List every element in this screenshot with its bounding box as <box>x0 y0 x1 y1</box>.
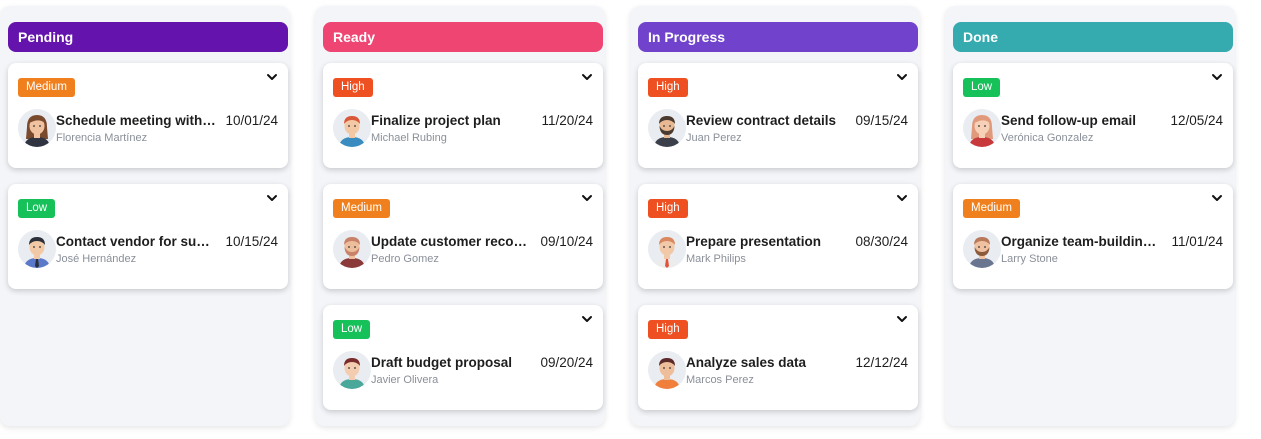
assignee-name: Florencia Martínez <box>56 132 148 144</box>
column-header[interactable]: In Progress <box>638 22 918 52</box>
chevron-down-icon[interactable] <box>1211 69 1223 80</box>
task-card[interactable]: Low Draft budget proposal Javier Olivera 09… <box>323 305 603 410</box>
task-card[interactable]: Low Send follow-up email Verónica Gonzalez… <box>953 63 1233 168</box>
task-title: Update customer records <box>371 234 531 249</box>
male-dark-hair-avatar <box>333 351 371 389</box>
male-beard-avatar <box>648 109 686 147</box>
task-card[interactable]: Medium Update customer records Pedro Gomez… <box>323 184 603 289</box>
priority-badge: High <box>648 78 688 97</box>
column-pending: Pending Medium Schedule meeting with clien… <box>0 6 290 426</box>
chevron-down-icon[interactable] <box>266 69 278 80</box>
task-title: Draft budget proposal <box>371 355 512 370</box>
due-date: 08/30/24 <box>855 234 908 249</box>
male-red-hair-avatar <box>333 109 371 147</box>
due-date: 10/01/24 <box>225 113 278 128</box>
priority-badge: Low <box>18 199 56 218</box>
due-date: 09/15/24 <box>855 113 908 128</box>
task-title: Contact vendor for supplies <box>56 234 216 249</box>
assignee-name: José Hernández <box>56 253 137 265</box>
task-title: Analyze sales data <box>686 355 807 370</box>
due-date: 12/12/24 <box>855 355 908 370</box>
due-date: 09/10/24 <box>540 234 593 249</box>
priority-badge: Medium <box>333 199 390 218</box>
assignee-name: Javier Olivera <box>371 374 439 386</box>
column-header[interactable]: Pending <box>8 22 288 52</box>
column-header[interactable]: Ready <box>323 22 603 52</box>
priority-badge: Medium <box>18 78 75 97</box>
chevron-down-icon[interactable] <box>896 190 908 201</box>
task-title: Organize team-building event <box>1001 234 1161 249</box>
priority-badge: Low <box>333 320 371 339</box>
assignee-name: Pedro Gomez <box>371 253 439 265</box>
assignee-name: Larry Stone <box>1001 253 1058 265</box>
due-date: 11/20/24 <box>541 113 593 128</box>
kanban-board: Pending Medium Schedule meeting with clien… <box>0 0 1261 439</box>
column-done: Done Low Send follow-up email Verónica Gonz… <box>945 6 1235 426</box>
chevron-down-icon[interactable] <box>896 311 908 322</box>
chevron-down-icon[interactable] <box>581 190 593 201</box>
due-date: 11/01/24 <box>1171 234 1223 249</box>
chevron-down-icon[interactable] <box>581 69 593 80</box>
task-title: Finalize project plan <box>371 113 501 128</box>
due-date: 12/05/24 <box>1170 113 1223 128</box>
task-card[interactable]: Low Contact vendor for supplies José Herná… <box>8 184 288 289</box>
male-mustache-avatar <box>963 230 1001 268</box>
task-card[interactable]: High Review contract details Juan Perez 09/… <box>638 63 918 168</box>
task-title: Review contract details <box>686 113 837 128</box>
assignee-name: Mark Philips <box>686 253 746 265</box>
female-red-hair-avatar <box>963 109 1001 147</box>
task-card[interactable]: Medium Organize team-building event Larry … <box>953 184 1233 289</box>
assignee-name: Marcos Perez <box>686 374 754 386</box>
male-orange-shirt-avatar <box>648 351 686 389</box>
assignee-name: Verónica Gonzalez <box>1001 132 1094 144</box>
due-date: 10/15/24 <box>225 234 278 249</box>
task-title: Send follow-up email <box>1001 113 1137 128</box>
task-card[interactable]: High Prepare presentation Mark Philips 08/3… <box>638 184 918 289</box>
column-ready: Ready High Finalize project plan Michael Ru… <box>315 6 605 426</box>
column-header[interactable]: Done <box>953 22 1233 52</box>
task-card[interactable]: High Finalize project plan Michael Rubing 1… <box>323 63 603 168</box>
priority-badge: High <box>648 320 688 339</box>
chevron-down-icon[interactable] <box>1211 190 1223 201</box>
priority-badge: High <box>648 199 688 218</box>
male-suit-avatar <box>18 230 56 268</box>
chevron-down-icon[interactable] <box>896 69 908 80</box>
chevron-down-icon[interactable] <box>266 190 278 201</box>
chevron-down-icon[interactable] <box>581 311 593 322</box>
due-date: 09/20/24 <box>540 355 593 370</box>
priority-badge: High <box>333 78 373 97</box>
task-card[interactable]: Medium Schedule meeting with client Floren… <box>8 63 288 168</box>
priority-badge: Low <box>963 78 1001 97</box>
task-card[interactable]: High Analyze sales data Marcos Perez 12/12/… <box>638 305 918 410</box>
priority-badge: Medium <box>963 199 1020 218</box>
assignee-name: Juan Perez <box>686 132 742 144</box>
female-brown-hair-avatar <box>18 109 56 147</box>
task-title: Schedule meeting with client <box>56 113 216 128</box>
task-title: Prepare presentation <box>686 234 822 249</box>
male-tie-avatar <box>648 230 686 268</box>
male-bald-avatar <box>333 230 371 268</box>
column-in-progress: In Progress High Review contract details Ju… <box>630 6 920 426</box>
assignee-name: Michael Rubing <box>371 132 447 144</box>
